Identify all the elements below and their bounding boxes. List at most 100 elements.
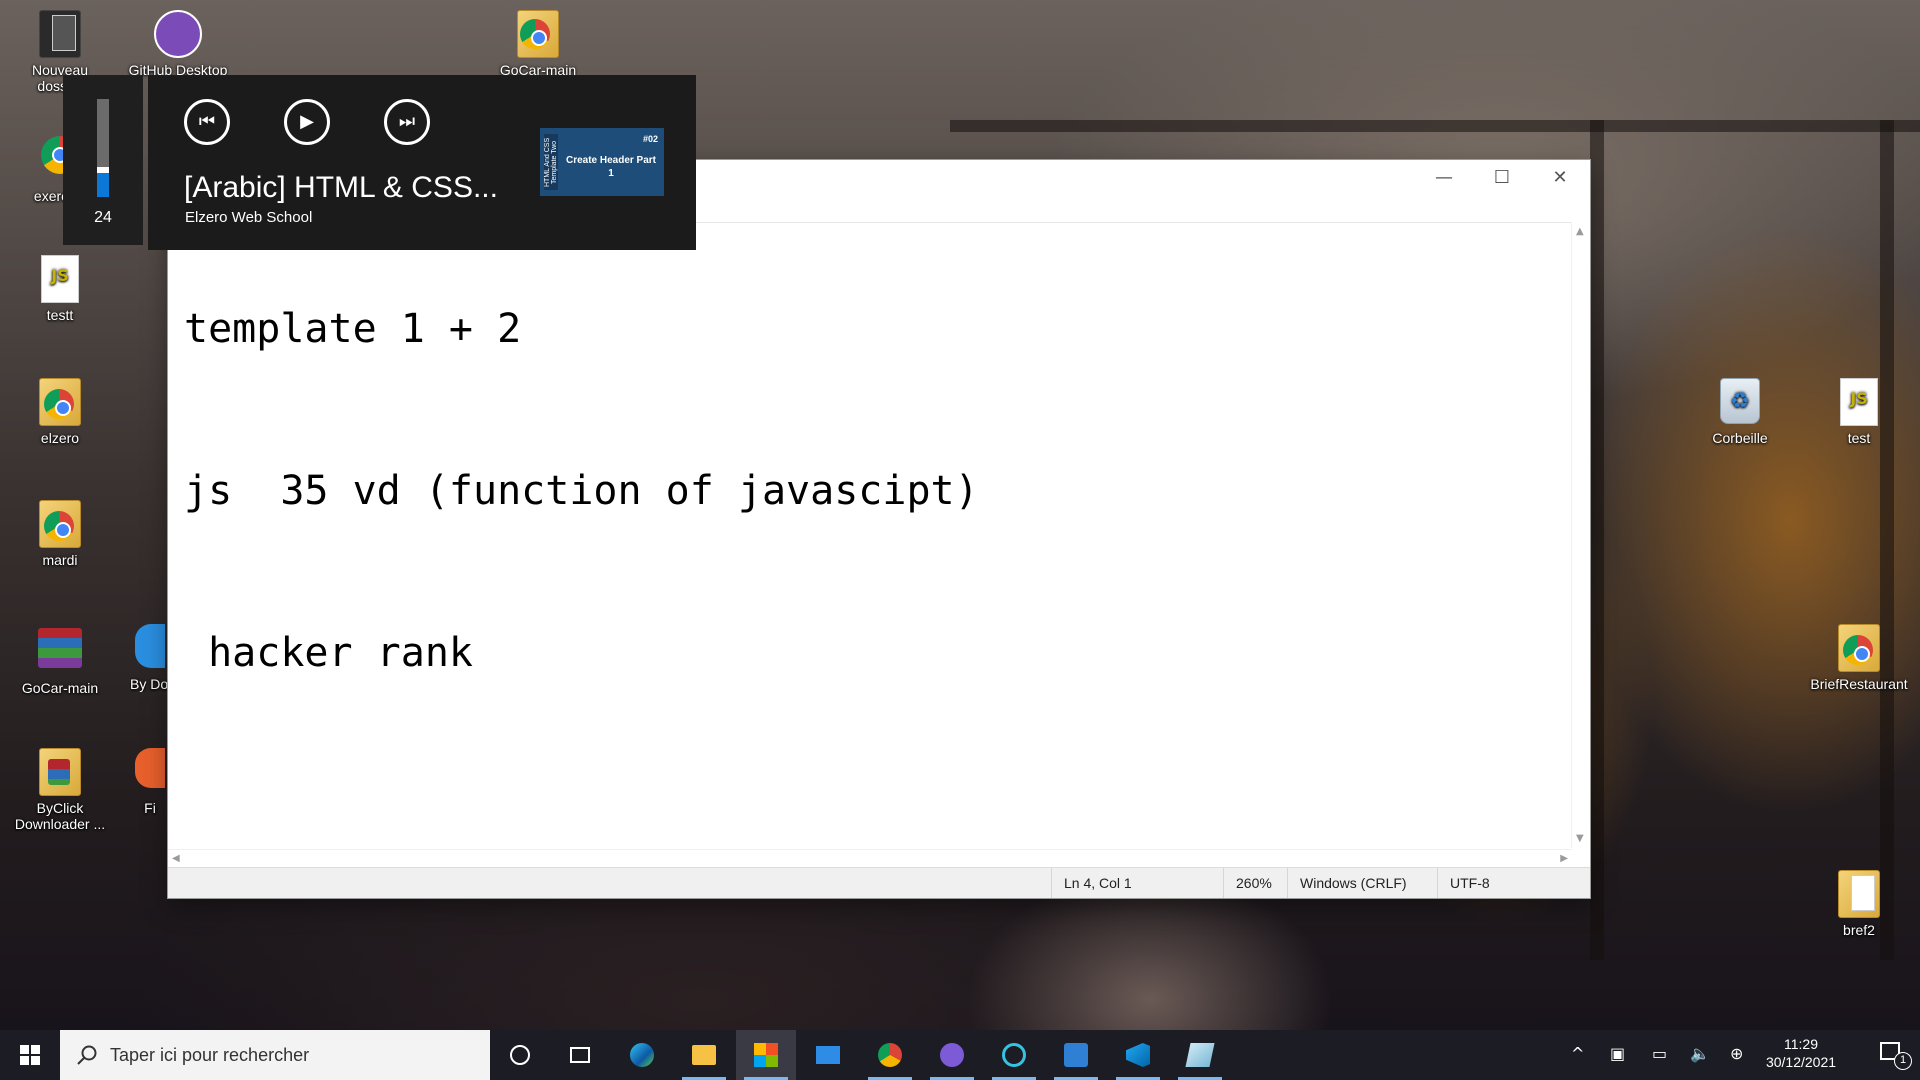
desktop-icon-gocar-top[interactable]: GoCar-main (488, 10, 588, 78)
cursor-position: Ln 4, Col 1 (1051, 868, 1223, 898)
volume-icon[interactable]: 🔈 (1690, 1044, 1710, 1063)
taskbar-file-explorer[interactable] (674, 1030, 734, 1080)
text-editor[interactable]: template 1 + 2 js 35 vd (function of jav… (184, 222, 1564, 844)
scroll-up-icon[interactable]: ▲ (1576, 226, 1584, 237)
desktop-icon-label: elzero (40, 430, 80, 446)
clock-time: 11:29 (1784, 1036, 1818, 1052)
desktop-icon-label: Corbeille (1712, 430, 1768, 446)
clock[interactable]: 11:29 30/12/2021 (1748, 1030, 1854, 1080)
scroll-left-icon[interactable]: ◀ (172, 853, 180, 864)
app-icon (1002, 1043, 1026, 1067)
zoom-level: 260% (1223, 868, 1287, 898)
desktop-icon-elzero[interactable]: elzero (10, 378, 110, 446)
desktop-icon-label: ByClick Downloader ... (14, 800, 106, 832)
recycle-bin-icon: ♻ (1716, 378, 1764, 426)
taskbar-store[interactable] (736, 1030, 796, 1080)
desktop-icon-github-desktop[interactable]: GitHub Desktop (128, 10, 228, 78)
notepad-icon (1185, 1043, 1215, 1067)
notification-button[interactable]: 1 (1866, 1030, 1920, 1080)
cortana-button[interactable] (490, 1030, 550, 1080)
status-bar: Ln 4, Col 1 260% Windows (CRLF) UTF-8 (168, 867, 1590, 898)
desktop-icon-label: GoCar-main (21, 680, 99, 696)
desktop-icon-fi[interactable]: Fi (130, 748, 170, 816)
clock-date: 30/12/2021 (1765, 1054, 1837, 1070)
taskbar-chrome[interactable] (860, 1030, 920, 1080)
search-box[interactable]: Taper ici pour rechercher (60, 1030, 490, 1080)
close-button[interactable]: ✕ (1531, 160, 1589, 196)
text-line: template 1 + 2 (184, 306, 522, 352)
task-view-button[interactable] (550, 1030, 610, 1080)
taskbar: Taper ici pour rechercher ^ ▣ ▭ 🔈 ⊕ 11:2… (0, 1030, 1920, 1080)
winrar-icon (36, 628, 84, 676)
taskbar-notepad[interactable] (1170, 1030, 1230, 1080)
file-explorer-icon (692, 1045, 716, 1065)
vscode-icon (1126, 1043, 1150, 1067)
line-ending: Windows (CRLF) (1287, 868, 1437, 898)
thumbnail-number: #02 (642, 134, 658, 144)
search-placeholder: Taper ici pour rechercher (110, 1045, 310, 1065)
skip-previous-icon[interactable]: ⏮ (184, 99, 230, 145)
taskbar-app[interactable] (984, 1030, 1044, 1080)
volume-slider[interactable] (97, 99, 109, 197)
chevron-up-icon[interactable]: ^ (1571, 1044, 1584, 1063)
cortana-icon (510, 1045, 530, 1065)
chrome-folder-icon (36, 378, 84, 426)
scroll-down-icon[interactable]: ▼ (1576, 833, 1584, 844)
volume-flyout[interactable]: 24 (63, 75, 143, 245)
scroll-right-icon[interactable]: ▶ (1560, 853, 1568, 864)
desktop-icon-label: By Dow (130, 676, 170, 692)
play-icon[interactable]: ▶ (284, 99, 330, 145)
desktop-icon-label: bref2 (1843, 922, 1875, 938)
taskbar-edge[interactable] (612, 1030, 672, 1080)
media-artist: Elzero Web School (185, 209, 313, 226)
skip-next-icon[interactable]: ⏭ (384, 99, 430, 145)
background-frame (1880, 120, 1894, 960)
tray-app-icon[interactable]: ▣ (1610, 1044, 1625, 1063)
taskbar-settings[interactable] (1046, 1030, 1106, 1080)
js-file-icon: JS (36, 255, 84, 303)
background-frame (950, 120, 1920, 132)
vertical-scrollbar[interactable]: ▲ ▼ (1571, 222, 1590, 848)
desktop-icon-label: testt (46, 307, 74, 323)
battery-icon[interactable]: ▭ (1652, 1044, 1667, 1063)
thumbnail-side-text: HTML And CSS Template Two (544, 134, 558, 190)
media-controls[interactable]: ⏮ ▶ ⏭ [Arabic] HTML & CSS... Elzero Web … (148, 75, 696, 250)
desktop-icon-by-download[interactable]: By Dow (130, 624, 170, 692)
desktop-icon-byclick[interactable]: ByClick Downloader ... (10, 748, 110, 832)
folder-icon (36, 10, 84, 58)
notepad-window[interactable]: — ☐ ✕ template 1 + 2 js 35 vd (function … (168, 160, 1590, 898)
search-icon (77, 1045, 97, 1065)
media-thumbnail: HTML And CSS Template Two #02 Create Hea… (540, 128, 664, 196)
desktop-icon-bref2[interactable]: bref2 (1809, 870, 1909, 938)
taskbar-discord[interactable] (922, 1030, 982, 1080)
horizontal-scrollbar[interactable]: ◀ ▶ (168, 849, 1572, 868)
chrome-icon (878, 1043, 902, 1067)
taskbar-vscode[interactable] (1108, 1030, 1168, 1080)
js-file-icon: JS (1835, 378, 1883, 426)
minimize-button[interactable]: — (1415, 160, 1473, 196)
windows-icon (20, 1045, 40, 1065)
volume-knob[interactable] (97, 167, 109, 173)
chrome-folder-icon (514, 10, 562, 58)
encoding: UTF-8 (1437, 868, 1577, 898)
desktop-icon-mardi[interactable]: mardi (10, 500, 110, 568)
desktop-icon-label: Fi (144, 800, 156, 816)
language-globe-icon[interactable]: ⊕ (1730, 1044, 1743, 1063)
desktop-icon-label: test (1847, 430, 1871, 446)
notification-count: 1 (1894, 1052, 1912, 1070)
desktop-icon-label: BriefRestaurant (1810, 676, 1908, 692)
taskbar-mail[interactable] (798, 1030, 858, 1080)
chrome-folder-icon (1835, 624, 1883, 672)
desktop-icon-test[interactable]: JS test (1809, 378, 1909, 446)
maximize-button[interactable]: ☐ (1473, 160, 1531, 196)
start-button[interactable] (0, 1030, 58, 1080)
edge-icon (630, 1043, 654, 1067)
task-view-icon (570, 1047, 590, 1063)
discord-icon (940, 1043, 964, 1067)
desktop-icon-corbeille[interactable]: ♻ Corbeille (1690, 378, 1790, 446)
volume-value: 24 (94, 209, 112, 226)
desktop-icon-gocar-main[interactable]: GoCar-main (10, 624, 110, 696)
desktop-icon-briefrestaurant[interactable]: BriefRestaurant (1799, 624, 1919, 692)
desktop-icon-testt[interactable]: JS testt (10, 255, 110, 323)
chrome-folder-icon (36, 500, 84, 548)
